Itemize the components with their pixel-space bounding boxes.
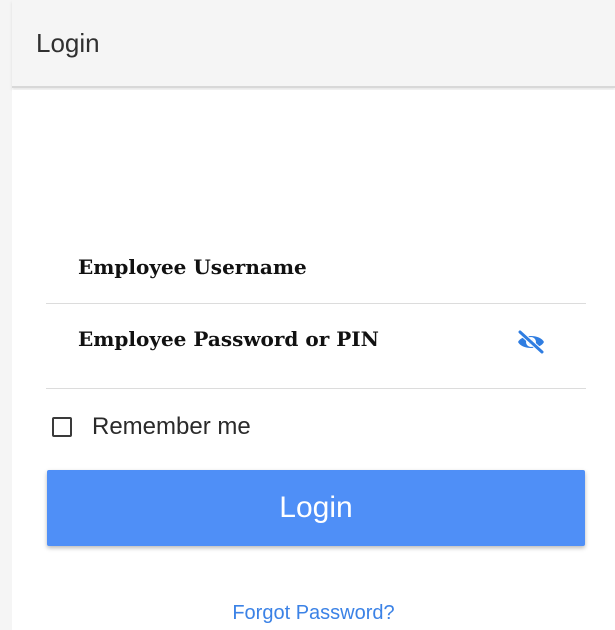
username-label: Employee Username: [78, 255, 307, 279]
password-field[interactable]: Employee Password or PIN: [46, 312, 586, 389]
left-edge-strip: [0, 0, 12, 630]
eye-off-icon[interactable]: [511, 322, 551, 362]
remember-me-row[interactable]: Remember me: [52, 410, 251, 444]
login-button[interactable]: Login: [47, 470, 585, 546]
login-form: Employee Username Employee Password or P…: [12, 90, 615, 630]
eye-off-icon-graphic: [517, 330, 545, 354]
username-field[interactable]: Employee Username: [46, 242, 586, 304]
remember-me-label: Remember me: [92, 413, 251, 440]
app-bar: Login: [12, 0, 615, 88]
password-label: Employee Password or PIN: [78, 327, 379, 351]
remember-me-checkbox[interactable]: [52, 417, 72, 437]
forgot-password-link[interactable]: Forgot Password?: [12, 600, 615, 626]
page-title: Login: [36, 28, 100, 58]
